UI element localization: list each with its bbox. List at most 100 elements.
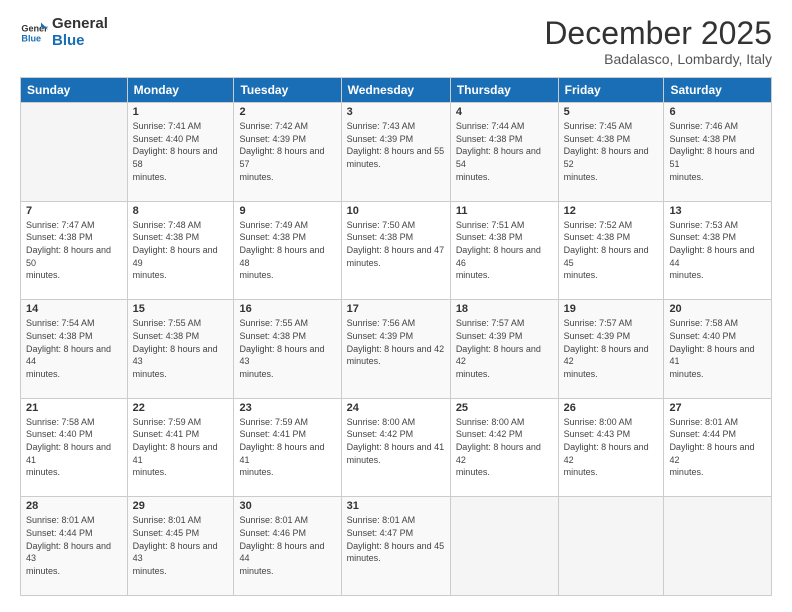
day-info: Sunrise: 7:55 AMSunset: 4:38 PMDaylight:… (239, 317, 335, 380)
day-number: 29 (133, 500, 229, 512)
logo-general: General (52, 16, 108, 33)
page: General Blue General Blue December 2025 … (0, 0, 792, 612)
title-block: December 2025 Badalasco, Lombardy, Italy (544, 16, 772, 67)
day-info: Sunrise: 7:52 AMSunset: 4:38 PMDaylight:… (564, 219, 659, 282)
month-title: December 2025 (544, 16, 772, 51)
calendar-cell (558, 497, 664, 596)
day-info: Sunrise: 7:59 AMSunset: 4:41 PMDaylight:… (133, 416, 229, 479)
day-number: 26 (564, 402, 659, 414)
day-number: 23 (239, 402, 335, 414)
day-info: Sunrise: 7:50 AMSunset: 4:38 PMDaylight:… (347, 219, 445, 269)
day-number: 16 (239, 303, 335, 315)
calendar-cell: 14 Sunrise: 7:54 AMSunset: 4:38 PMDayligh… (21, 300, 128, 399)
day-info: Sunrise: 8:01 AMSunset: 4:46 PMDaylight:… (239, 514, 335, 577)
day-info: Sunrise: 7:47 AMSunset: 4:38 PMDaylight:… (26, 219, 122, 282)
day-number: 4 (456, 106, 553, 118)
day-number: 30 (239, 500, 335, 512)
calendar-cell (664, 497, 772, 596)
day-info: Sunrise: 7:48 AMSunset: 4:38 PMDaylight:… (133, 219, 229, 282)
svg-text:Blue: Blue (21, 33, 41, 43)
calendar-cell: 11 Sunrise: 7:51 AMSunset: 4:38 PMDayligh… (450, 201, 558, 300)
day-info: Sunrise: 7:45 AMSunset: 4:38 PMDaylight:… (564, 120, 659, 183)
day-number: 10 (347, 205, 445, 217)
calendar-cell: 10 Sunrise: 7:50 AMSunset: 4:38 PMDayligh… (341, 201, 450, 300)
calendar-cell: 8 Sunrise: 7:48 AMSunset: 4:38 PMDaylight… (127, 201, 234, 300)
calendar-cell: 24Sunrise: 8:00 AMSunset: 4:42 PMDayligh… (341, 398, 450, 497)
week-row-4: 28 Sunrise: 8:01 AMSunset: 4:44 PMDayligh… (21, 497, 772, 596)
day-number: 1 (133, 106, 229, 118)
calendar-cell: 21 Sunrise: 7:58 AMSunset: 4:40 PMDayligh… (21, 398, 128, 497)
calendar-cell: 20Sunrise: 7:58 AMSunset: 4:40 PMDayligh… (664, 300, 772, 399)
day-number: 12 (564, 205, 659, 217)
calendar-cell: 7 Sunrise: 7:47 AMSunset: 4:38 PMDaylight… (21, 201, 128, 300)
day-info: Sunrise: 7:51 AMSunset: 4:38 PMDaylight:… (456, 219, 553, 282)
calendar-header-row: SundayMondayTuesdayWednesdayThursdayFrid… (21, 78, 772, 103)
day-header-wednesday: Wednesday (341, 78, 450, 103)
location-subtitle: Badalasco, Lombardy, Italy (544, 51, 772, 67)
day-info: Sunrise: 8:01 AMSunset: 4:44 PMDaylight:… (26, 514, 122, 577)
day-info: Sunrise: 7:58 AMSunset: 4:40 PMDaylight:… (669, 317, 766, 380)
day-header-monday: Monday (127, 78, 234, 103)
calendar-table: SundayMondayTuesdayWednesdayThursdayFrid… (20, 77, 772, 596)
logo-icon: General Blue (20, 19, 48, 47)
calendar-cell: 6 Sunrise: 7:46 AMSunset: 4:38 PMDaylight… (664, 103, 772, 202)
calendar-cell: 12 Sunrise: 7:52 AMSunset: 4:38 PMDayligh… (558, 201, 664, 300)
day-info: Sunrise: 8:00 AMSunset: 4:42 PMDaylight:… (456, 416, 553, 479)
calendar-cell: 1 Sunrise: 7:41 AMSunset: 4:40 PMDaylight… (127, 103, 234, 202)
calendar-cell: 3Sunrise: 7:43 AMSunset: 4:39 PMDaylight… (341, 103, 450, 202)
calendar-cell: 16 Sunrise: 7:55 AMSunset: 4:38 PMDayligh… (234, 300, 341, 399)
calendar-cell: 22Sunrise: 7:59 AMSunset: 4:41 PMDayligh… (127, 398, 234, 497)
calendar-cell: 13Sunrise: 7:53 AMSunset: 4:38 PMDayligh… (664, 201, 772, 300)
calendar-cell: 17 Sunrise: 7:56 AMSunset: 4:39 PMDayligh… (341, 300, 450, 399)
day-number: 9 (239, 205, 335, 217)
day-info: Sunrise: 7:49 AMSunset: 4:38 PMDaylight:… (239, 219, 335, 282)
day-number: 6 (669, 106, 766, 118)
day-info: Sunrise: 7:57 AMSunset: 4:39 PMDaylight:… (564, 317, 659, 380)
calendar-cell: 5 Sunrise: 7:45 AMSunset: 4:38 PMDaylight… (558, 103, 664, 202)
svg-text:General: General (21, 23, 48, 33)
day-info: Sunrise: 7:58 AMSunset: 4:40 PMDaylight:… (26, 416, 122, 479)
day-info: Sunrise: 8:00 AMSunset: 4:43 PMDaylight:… (564, 416, 659, 479)
day-info: Sunrise: 7:41 AMSunset: 4:40 PMDaylight:… (133, 120, 229, 183)
day-number: 17 (347, 303, 445, 315)
calendar-cell: 23Sunrise: 7:59 AMSunset: 4:41 PMDayligh… (234, 398, 341, 497)
day-info: Sunrise: 7:46 AMSunset: 4:38 PMDaylight:… (669, 120, 766, 183)
calendar-cell: 28 Sunrise: 8:01 AMSunset: 4:44 PMDayligh… (21, 497, 128, 596)
day-header-saturday: Saturday (664, 78, 772, 103)
day-info: Sunrise: 7:55 AMSunset: 4:38 PMDaylight:… (133, 317, 229, 380)
day-number: 19 (564, 303, 659, 315)
day-number: 7 (26, 205, 122, 217)
calendar-cell: 15Sunrise: 7:55 AMSunset: 4:38 PMDayligh… (127, 300, 234, 399)
day-info: Sunrise: 7:42 AMSunset: 4:39 PMDaylight:… (239, 120, 335, 183)
day-info: Sunrise: 7:56 AMSunset: 4:39 PMDaylight:… (347, 317, 445, 367)
day-number: 21 (26, 402, 122, 414)
logo: General Blue General Blue (20, 16, 108, 49)
calendar-cell (450, 497, 558, 596)
logo-blue: Blue (52, 33, 108, 50)
day-number: 13 (669, 205, 766, 217)
day-info: Sunrise: 7:54 AMSunset: 4:38 PMDaylight:… (26, 317, 122, 380)
day-header-tuesday: Tuesday (234, 78, 341, 103)
calendar-cell: 26 Sunrise: 8:00 AMSunset: 4:43 PMDayligh… (558, 398, 664, 497)
day-number: 24 (347, 402, 445, 414)
day-number: 8 (133, 205, 229, 217)
week-row-0: 1 Sunrise: 7:41 AMSunset: 4:40 PMDaylight… (21, 103, 772, 202)
week-row-1: 7 Sunrise: 7:47 AMSunset: 4:38 PMDaylight… (21, 201, 772, 300)
day-info: Sunrise: 7:44 AMSunset: 4:38 PMDaylight:… (456, 120, 553, 183)
day-number: 14 (26, 303, 122, 315)
day-info: Sunrise: 7:43 AMSunset: 4:39 PMDaylight:… (347, 120, 445, 170)
day-number: 11 (456, 205, 553, 217)
day-number: 5 (564, 106, 659, 118)
calendar-cell: 18Sunrise: 7:57 AMSunset: 4:39 PMDayligh… (450, 300, 558, 399)
day-number: 25 (456, 402, 553, 414)
week-row-2: 14 Sunrise: 7:54 AMSunset: 4:38 PMDayligh… (21, 300, 772, 399)
calendar-cell: 9 Sunrise: 7:49 AMSunset: 4:38 PMDaylight… (234, 201, 341, 300)
calendar-cell: 29 Sunrise: 8:01 AMSunset: 4:45 PMDayligh… (127, 497, 234, 596)
day-info: Sunrise: 8:01 AMSunset: 4:47 PMDaylight:… (347, 514, 445, 564)
calendar-cell: 19 Sunrise: 7:57 AMSunset: 4:39 PMDayligh… (558, 300, 664, 399)
day-number: 18 (456, 303, 553, 315)
day-number: 28 (26, 500, 122, 512)
day-number: 31 (347, 500, 445, 512)
day-header-thursday: Thursday (450, 78, 558, 103)
day-info: Sunrise: 8:01 AMSunset: 4:45 PMDaylight:… (133, 514, 229, 577)
